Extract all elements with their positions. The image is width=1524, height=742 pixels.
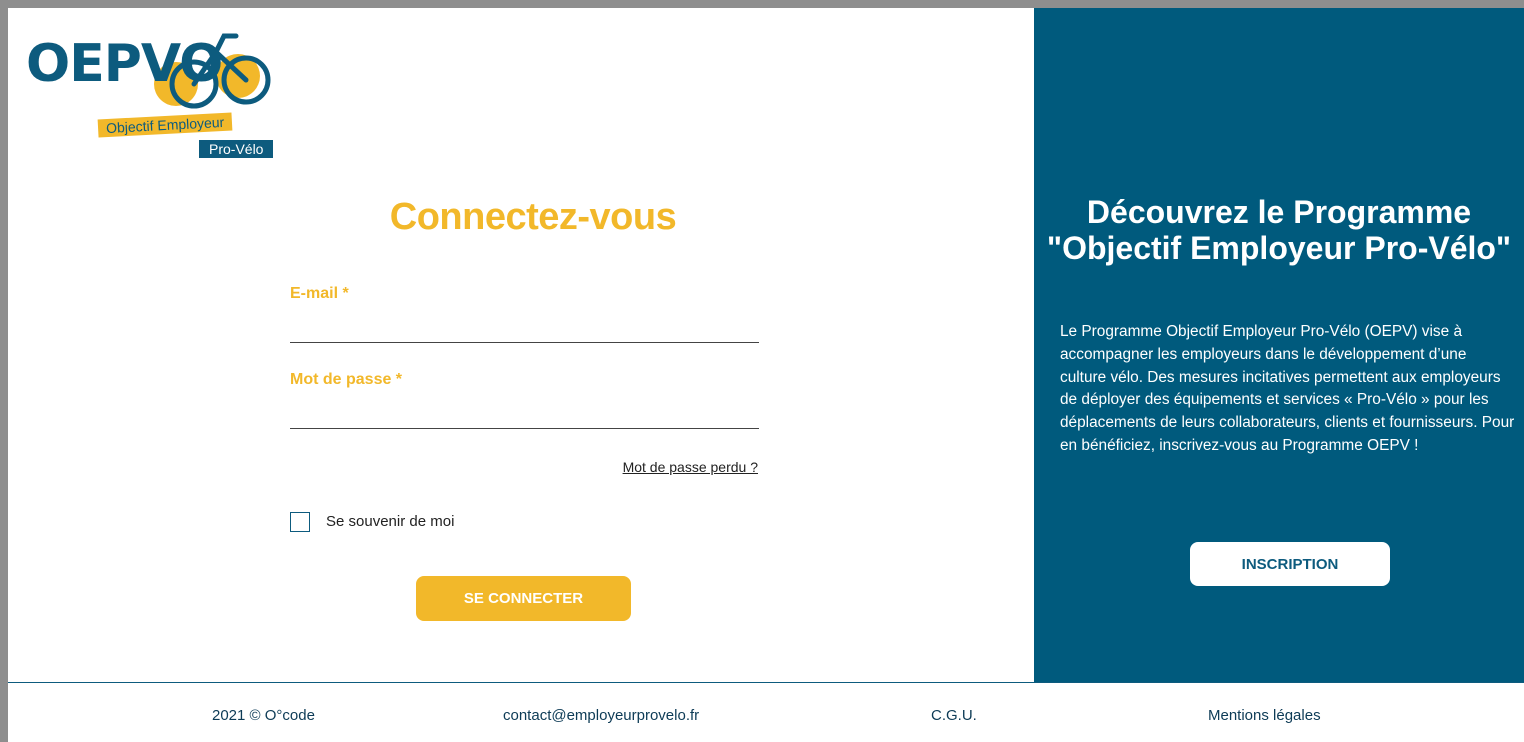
remember-me-checkbox[interactable] bbox=[290, 512, 310, 532]
logo-tagline-sub: Pro-Vélo bbox=[199, 140, 274, 158]
login-button[interactable]: SE CONNECTER bbox=[416, 576, 631, 621]
forgot-password-link[interactable]: Mot de passe perdu ? bbox=[608, 459, 758, 475]
footer-contact-email[interactable]: contact@employeurprovelo.fr bbox=[503, 707, 699, 724]
promo-title: Découvrez le Programme "Objectif Employe… bbox=[1046, 194, 1512, 266]
login-panel: OEPVO Objectif Employeur Pro-Vélo Connec… bbox=[8, 8, 1034, 682]
promo-description: Le Programme Objectif Employeur Pro-Vélo… bbox=[1060, 323, 1515, 454]
login-title: Connectez-vous bbox=[389, 196, 677, 238]
remember-me-label[interactable]: Se souvenir de moi bbox=[326, 513, 454, 530]
password-field[interactable] bbox=[290, 402, 759, 429]
logo-tagline: Objectif Employeur bbox=[97, 112, 233, 138]
footer-cgu-link[interactable]: C.G.U. bbox=[931, 707, 977, 724]
footer-copyright: 2021 © O°code bbox=[212, 707, 315, 724]
oepv-logo[interactable]: OEPVO Objectif Employeur Pro-Vélo bbox=[26, 24, 288, 158]
promo-panel: Découvrez le Programme "Objectif Employe… bbox=[1034, 8, 1524, 682]
signup-button[interactable]: INSCRIPTION bbox=[1190, 542, 1390, 586]
footer-legal-link[interactable]: Mentions légales bbox=[1208, 707, 1321, 724]
logo-wordmark: OEPVO bbox=[26, 34, 223, 94]
page-frame: OEPVO Objectif Employeur Pro-Vélo Connec… bbox=[8, 8, 1524, 742]
email-label: E-mail * bbox=[290, 285, 349, 302]
footer: 2021 © O°code contact@employeurprovelo.f… bbox=[8, 682, 1524, 742]
password-label: Mot de passe * bbox=[290, 371, 403, 388]
email-field[interactable] bbox=[290, 316, 759, 343]
